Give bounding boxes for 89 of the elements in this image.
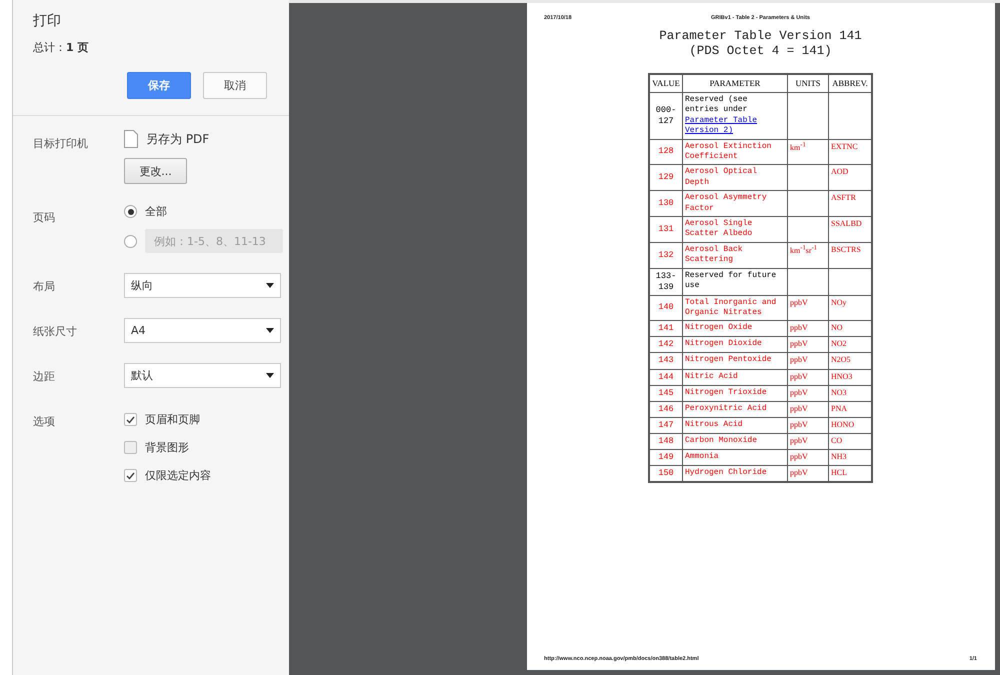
- table-cell: ppbV: [788, 295, 828, 321]
- table-cell: ppbV: [788, 320, 828, 337]
- setting-label: 纸张尺寸: [33, 324, 78, 339]
- column-header: UNITS: [788, 74, 828, 93]
- table-cell: ppbV: [788, 465, 828, 482]
- table-cell: 130: [649, 190, 682, 216]
- table-cell: 128: [649, 139, 682, 165]
- table-cell: ppbV: [788, 449, 828, 466]
- table-cell: ppbV: [788, 433, 828, 450]
- dropdown-caret-icon: [266, 328, 274, 333]
- setting-label: 布局: [33, 279, 56, 294]
- table-cell: Nitrogen Dioxide: [682, 336, 788, 353]
- cancel-button[interactable]: 取消: [203, 72, 267, 99]
- table-cell: Aerosol Optical Depth: [682, 164, 788, 191]
- setting-label: 目标打印机: [33, 136, 89, 151]
- dropdown-caret-icon: [266, 373, 274, 378]
- table-cell: 129: [649, 164, 682, 191]
- table-cell: 144: [649, 369, 682, 386]
- table-cell: 145: [649, 385, 682, 402]
- table-cell: Ammonia: [682, 449, 788, 466]
- checkbox[interactable]: [124, 469, 137, 482]
- table-cell: Reserved for future use: [682, 268, 788, 296]
- table-cell: Nitrogen Trioxide: [682, 385, 788, 402]
- table-cell: Nitrogen Oxide: [682, 320, 788, 337]
- table-cell: 143: [649, 352, 682, 370]
- table-cell: [788, 190, 828, 216]
- table-cell: Carbon Monoxide: [682, 433, 788, 450]
- table-cell: 149: [649, 449, 682, 466]
- table-cell: Aerosol Single Scatter Albedo: [682, 216, 788, 242]
- radio-button[interactable]: [124, 205, 137, 218]
- checkbox[interactable]: [124, 441, 137, 454]
- table-cell: ppbV: [788, 369, 828, 386]
- table-cell: Nitrous Acid: [682, 417, 788, 434]
- table-cell: 147: [649, 417, 682, 434]
- checkbox[interactable]: [124, 413, 137, 426]
- checkmark-icon: [126, 416, 135, 424]
- table-cell: 140: [649, 295, 682, 321]
- dropdown[interactable]: A4: [124, 318, 281, 343]
- table-cell: Total Inorganic and Organic Nitrates: [682, 295, 788, 321]
- table-cell: [788, 164, 828, 191]
- table-cell: [788, 92, 828, 140]
- document-title: (PDS Octet 4 = 141): [688, 44, 833, 59]
- checkbox-label: 背景图形: [145, 440, 189, 455]
- table-cell: 133-139: [649, 268, 682, 296]
- table-cell: [788, 268, 828, 296]
- table-cell: km$^{-1}$sr$^{-1}$: [788, 242, 828, 268]
- table-cell: [788, 216, 828, 242]
- radio-button[interactable]: [124, 234, 137, 248]
- table-cell: 131: [649, 216, 682, 242]
- table-link[interactable]: Parameter Table Version 2): [685, 116, 785, 137]
- page-range-field[interactable]: 例如：1-5、8、11-13: [145, 229, 283, 253]
- table-cell: Aerosol Back Scattering: [682, 242, 788, 268]
- dialog-title: 打印: [33, 12, 62, 30]
- table-cell: 148: [649, 433, 682, 450]
- table-cell: Reserved (see entries under Parameter Table Version 2): [682, 92, 788, 140]
- dropdown[interactable]: 纵向: [124, 273, 281, 298]
- dropdown[interactable]: 默认: [124, 363, 281, 388]
- table-cell: ppbV: [788, 417, 828, 434]
- table-cell: ppbV: [788, 352, 828, 370]
- table-cell: ppbV: [788, 336, 828, 353]
- table-cell: Hydrogen Chloride: [682, 465, 788, 482]
- table-cell: 000-127: [649, 92, 682, 140]
- document-icon: [124, 130, 138, 148]
- printer-name: 另存为 PDF: [146, 130, 210, 148]
- table-cell: Nitrogen Pentoxide: [682, 352, 788, 370]
- column-header: VALUE: [649, 74, 682, 93]
- setting-label: 边距: [33, 369, 56, 384]
- radio-label: 全部: [145, 204, 167, 219]
- change-button[interactable]: 更改...: [124, 158, 187, 184]
- document-title: Parameter Table Version 141: [658, 29, 863, 44]
- table-cell: Peroxynitric Acid: [682, 401, 788, 418]
- setting-label: 选项: [33, 414, 56, 429]
- setting-label: 页码: [33, 210, 56, 225]
- table-cell: Aerosol Asymmetry Factor: [682, 190, 788, 216]
- table-cell: ppbV: [788, 385, 828, 402]
- dropdown-caret-icon: [266, 283, 274, 288]
- table-cell: ppbV: [788, 401, 828, 418]
- column-header: PARAMETER: [682, 74, 788, 93]
- table-cell: 141: [649, 320, 682, 337]
- checkmark-icon: [126, 472, 135, 480]
- checkbox-label: 仅限选定内容: [145, 468, 211, 483]
- table-cell: 146: [649, 401, 682, 418]
- table-cell: Aerosol Extinction Coefficient: [682, 139, 788, 165]
- table-cell: 132: [649, 242, 682, 268]
- table-cell: 142: [649, 336, 682, 353]
- table-cell: km$^{-1}$: [788, 139, 828, 165]
- checkbox-label: 页眉和页脚: [145, 412, 200, 427]
- page-total: 总计：1 页: [33, 40, 90, 55]
- table-cell: Nitric Acid: [682, 369, 788, 386]
